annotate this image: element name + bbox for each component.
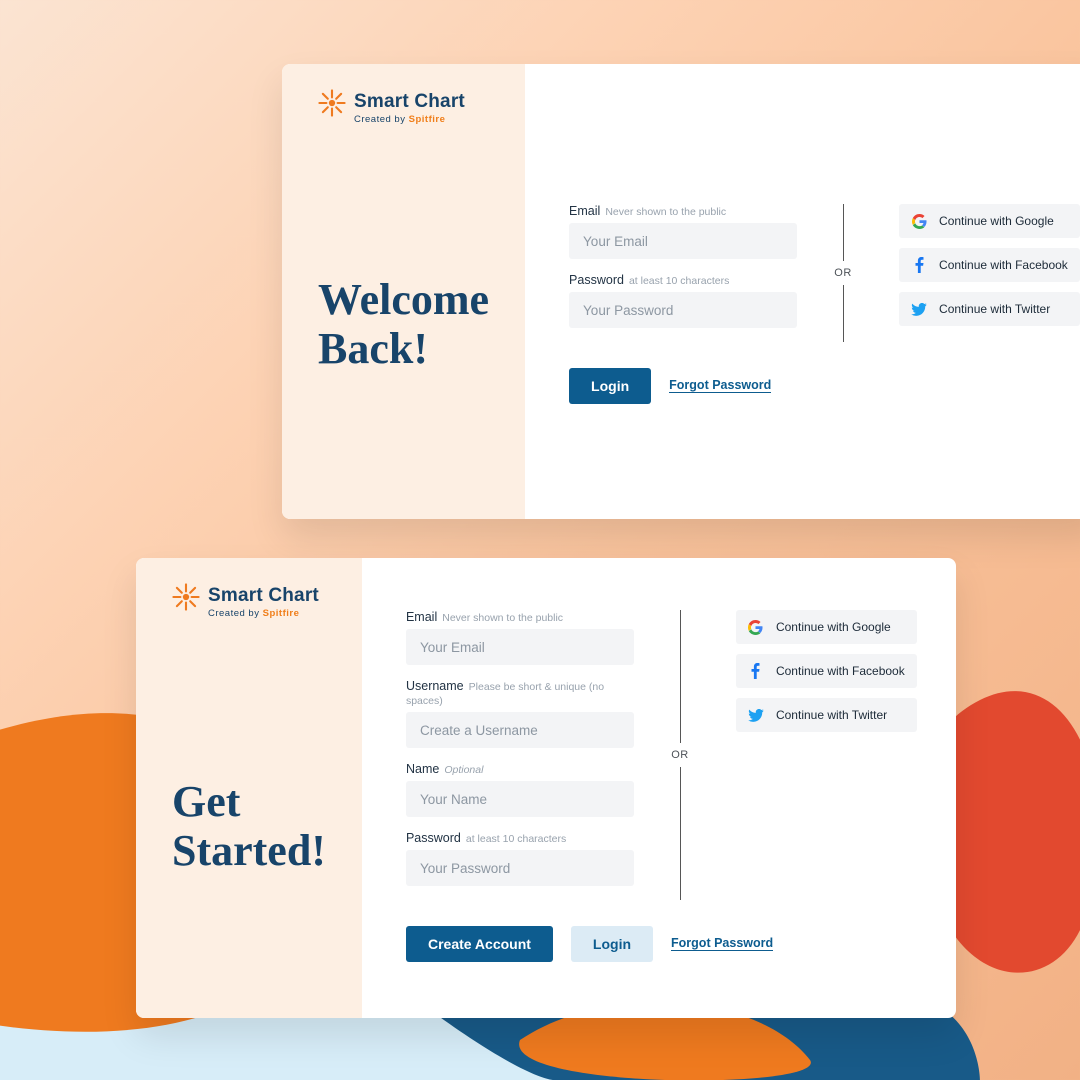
brand-logo: Smart Chart Created by Spitfire <box>318 88 489 125</box>
name-input[interactable] <box>406 781 634 817</box>
signup-form: EmailNever shown to the public UsernameP… <box>406 610 634 900</box>
brand-name: Smart Chart <box>354 91 465 113</box>
login-side-panel: Smart Chart Created by Spitfire Welcome … <box>282 64 525 519</box>
signup-title: Get Started! <box>172 777 326 876</box>
brand-logo: Smart Chart Created by Spitfire <box>172 582 326 619</box>
signup-content: EmailNever shown to the public UsernameP… <box>362 558 956 1018</box>
facebook-icon <box>911 257 927 273</box>
login-title: Welcome Back! <box>318 275 489 374</box>
signup-side-panel: Smart Chart Created by Spitfire Get Star… <box>136 558 362 1018</box>
email-input[interactable] <box>406 629 634 665</box>
login-social: Continue with Google Continue with Faceb… <box>899 204 1080 342</box>
continue-google-button[interactable]: Continue with Google <box>736 610 917 644</box>
email-label: EmailNever shown to the public <box>406 610 634 624</box>
logo-star-icon <box>318 88 346 118</box>
continue-twitter-button[interactable]: Continue with Twitter <box>899 292 1080 326</box>
signup-divider: OR <box>660 610 700 900</box>
password-input[interactable] <box>569 292 797 328</box>
or-label: OR <box>669 743 691 767</box>
login-button[interactable]: Login <box>571 926 653 962</box>
username-input[interactable] <box>406 712 634 748</box>
continue-facebook-button[interactable]: Continue with Facebook <box>899 248 1080 282</box>
name-label: NameOptional <box>406 762 634 776</box>
create-account-button[interactable]: Create Account <box>406 926 553 962</box>
google-icon <box>748 620 764 635</box>
continue-facebook-button[interactable]: Continue with Facebook <box>736 654 917 688</box>
password-input[interactable] <box>406 850 634 886</box>
forgot-password-link[interactable]: Forgot Password <box>669 379 771 394</box>
password-label: Passwordat least 10 characters <box>569 273 797 287</box>
brand-byline: Created by Spitfire <box>354 114 465 125</box>
forgot-password-link[interactable]: Forgot Password <box>671 937 773 952</box>
email-input[interactable] <box>569 223 797 259</box>
login-divider: OR <box>823 204 863 342</box>
continue-twitter-button[interactable]: Continue with Twitter <box>736 698 917 732</box>
signup-social: Continue with Google Continue with Faceb… <box>736 610 917 900</box>
password-label: Passwordat least 10 characters <box>406 831 634 845</box>
login-form: EmailNever shown to the public Passworda… <box>569 204 797 342</box>
twitter-icon <box>911 303 927 316</box>
google-icon <box>911 214 927 229</box>
login-content: EmailNever shown to the public Passworda… <box>525 64 1080 519</box>
login-button[interactable]: Login <box>569 368 651 404</box>
login-card: Smart Chart Created by Spitfire Welcome … <box>282 64 1080 519</box>
signup-card: Smart Chart Created by Spitfire Get Star… <box>136 558 956 1018</box>
brand-name: Smart Chart <box>208 585 319 607</box>
logo-star-icon <box>172 582 200 612</box>
email-label: EmailNever shown to the public <box>569 204 797 218</box>
username-label: UsernamePlease be short & unique (no spa… <box>406 679 634 707</box>
facebook-icon <box>748 663 764 679</box>
twitter-icon <box>748 709 764 722</box>
continue-google-button[interactable]: Continue with Google <box>899 204 1080 238</box>
brand-byline: Created by Spitfire <box>208 608 319 619</box>
or-label: OR <box>832 261 854 285</box>
